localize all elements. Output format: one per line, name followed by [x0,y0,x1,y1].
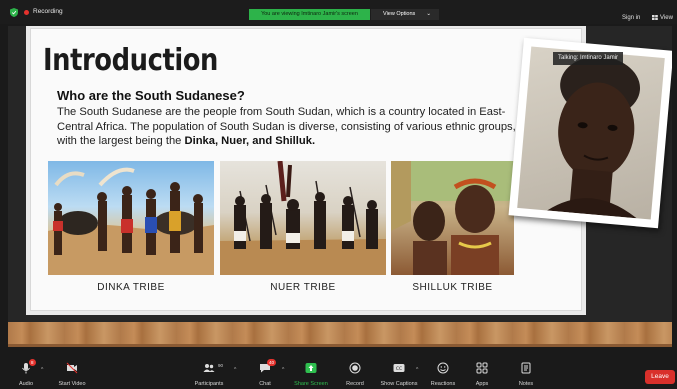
audio-button[interactable]: 8 ^ Audio [1,357,51,389]
dinka-tribe-photo [48,161,214,275]
wood-shelf [8,322,672,346]
participants-count: 90 [218,363,224,368]
top-bar: Recording You are viewing Imtinaro Jamir… [0,0,677,24]
shilluk-tribe-photo [391,161,514,275]
grid-view-icon [652,15,658,20]
audio-badge: 8 [29,359,36,366]
reactions-icon [437,362,449,374]
view-options-label: View Options [383,11,416,17]
chat-badge: 40 [267,359,277,366]
video-off-icon [66,362,78,374]
nuer-caption: NUER TRIBE [270,282,336,293]
sign-in-link[interactable]: Sign in [622,15,640,21]
chevron-down-icon: ⌄ [426,11,431,17]
nuer-tribe-photo [220,161,386,275]
slide-body-bold: Dinka, Nuer, and Shilluk. [184,135,316,147]
shared-screen: Introduction Who are the South Sudanese?… [8,26,672,347]
apps-icon [476,362,488,374]
share-screen-label: Share Screen [294,381,328,387]
record-label: Record [346,381,364,387]
speaker-photo-frame [508,37,672,229]
notes-button[interactable]: Notes [501,357,551,389]
chat-button[interactable]: 40 ^ Chat [240,357,290,389]
meeting-toolbar: 8 ^ Audio Start Video 90 ^ Participants … [0,357,677,389]
dinka-caption: DINKA TRIBE [97,282,165,293]
notes-label: Notes [518,381,534,387]
participants-label: Participants [194,381,224,387]
participants-icon [203,364,215,372]
captions-icon: CC [393,364,405,372]
share-screen-button[interactable]: Share Screen [286,357,336,389]
participants-button[interactable]: 90 ^ Participants [184,357,237,389]
shilluk-caption: SHILLUK TRIBE [412,282,493,293]
chat-label: Chat [259,381,271,387]
share-screen-icon [305,363,317,373]
view-button[interactable]: View [652,15,673,21]
presentation-slide: Introduction Who are the South Sudanese?… [30,28,582,311]
audio-label: Audio [18,381,34,387]
view-label: View [660,15,673,21]
slide-title: Introduction [43,43,218,78]
view-options-button[interactable]: View Options ⌄ [371,9,439,20]
notes-icon [521,362,531,374]
show-captions-label: Show Captions [380,381,418,387]
slide-body: The South Sudanese are the people from S… [57,105,519,149]
shield-icon[interactable] [10,8,18,17]
recording-label[interactable]: Recording [33,8,63,15]
recording-dot-icon [24,10,29,15]
leave-button[interactable]: Leave [645,370,675,384]
slide-subtitle: Who are the South Sudanese? [57,88,245,103]
record-icon [349,362,361,374]
start-video-label: Start Video [58,381,86,387]
audio-caret-icon[interactable]: ^ [41,367,43,373]
chat-caret-icon[interactable]: ^ [282,367,284,373]
svg-text:CC: CC [396,366,402,372]
apps-button[interactable]: Apps [457,357,507,389]
talking-indicator: Talking: Imtinaro Jamir [553,52,624,65]
apps-label: Apps [475,381,489,387]
wood-floor [8,344,672,347]
speaker-portrait [517,46,665,220]
start-video-button[interactable]: Start Video [47,357,97,389]
show-captions-button[interactable]: CC ^ Show Captions [374,357,424,389]
viewing-banner: You are viewing Imtinaro Jamir's screen [249,9,370,20]
participants-caret-icon[interactable]: ^ [234,367,236,373]
record-button[interactable]: Record [330,357,380,389]
